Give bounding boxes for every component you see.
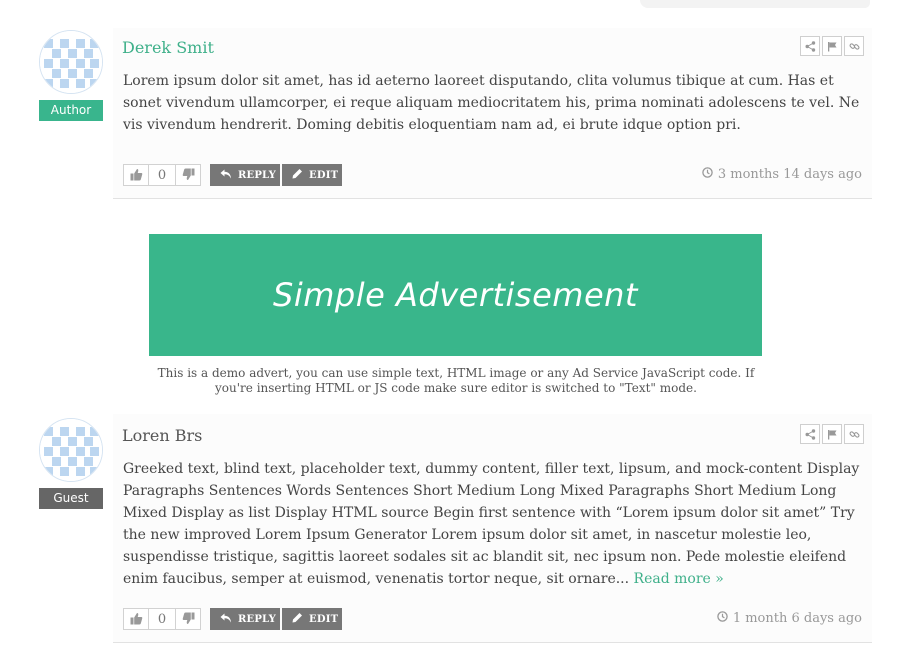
edit-button[interactable]: EDIT xyxy=(282,608,342,630)
upvote-button[interactable] xyxy=(124,609,148,629)
link-icon xyxy=(849,425,860,444)
thumbs-up-icon xyxy=(130,166,143,185)
role-badge: Author xyxy=(39,100,103,121)
downvote-button[interactable] xyxy=(176,609,200,629)
vote-count: 0 xyxy=(148,609,176,629)
upvote-button[interactable] xyxy=(124,165,148,185)
comment-2: Guest Loren Brs Greeked text, blind text… xyxy=(0,414,872,643)
pencil-icon xyxy=(292,612,303,626)
reply-button[interactable]: REPLY xyxy=(210,608,280,630)
share-icon xyxy=(805,425,816,444)
edit-label: EDIT xyxy=(309,169,339,181)
timestamp[interactable]: 1 month 6 days ago xyxy=(717,611,862,626)
timestamp-text: 1 month 6 days ago xyxy=(732,611,862,626)
thumbs-up-icon xyxy=(130,610,143,629)
clock-icon xyxy=(717,611,728,626)
reply-label: REPLY xyxy=(238,613,276,625)
flag-button[interactable] xyxy=(822,36,842,56)
flag-icon xyxy=(827,425,838,444)
downvote-button[interactable] xyxy=(176,165,200,185)
advertisement-banner[interactable]: Simple Advertisement xyxy=(149,234,762,356)
thumbs-down-icon xyxy=(182,610,195,629)
link-button[interactable] xyxy=(844,36,864,56)
reply-label: REPLY xyxy=(238,169,276,181)
pencil-icon xyxy=(292,168,303,182)
flag-button[interactable] xyxy=(822,424,842,444)
role-badge: Guest xyxy=(39,488,103,509)
avatar[interactable] xyxy=(39,418,103,482)
edit-label: EDIT xyxy=(309,613,339,625)
reply-button[interactable]: REPLY xyxy=(210,164,280,186)
link-icon xyxy=(849,37,860,56)
edit-button[interactable]: EDIT xyxy=(282,164,342,186)
comment-tools xyxy=(800,36,864,56)
advertisement-note: This is a demo advert, you can use simpl… xyxy=(157,366,755,395)
comment-text-body: Greeked text, blind text, placeholder te… xyxy=(123,461,860,587)
link-button[interactable] xyxy=(844,424,864,444)
top-decoration xyxy=(640,0,870,8)
author-name[interactable]: Derek Smit xyxy=(122,38,214,57)
clock-icon xyxy=(702,167,713,182)
timestamp[interactable]: 3 months 14 days ago xyxy=(702,167,862,182)
comment-text: Greeked text, blind text, placeholder te… xyxy=(123,458,863,590)
vote-count: 0 xyxy=(148,165,176,185)
reply-icon xyxy=(220,613,232,626)
avatar[interactable] xyxy=(39,30,103,94)
comment-tools xyxy=(800,424,864,444)
author-name: Loren Brs xyxy=(122,426,203,445)
advertisement-title: Simple Advertisement xyxy=(273,276,638,314)
timestamp-text: 3 months 14 days ago xyxy=(717,167,862,182)
read-more-link[interactable]: Read more » xyxy=(634,571,724,587)
thumbs-down-icon xyxy=(182,166,195,185)
reply-icon xyxy=(220,169,232,182)
vote-group: 0 xyxy=(123,608,201,630)
comment-1: Author Derek Smit Lorem ipsum dolor sit … xyxy=(0,28,872,199)
flag-icon xyxy=(827,37,838,56)
share-button[interactable] xyxy=(800,424,820,444)
comment-text: Lorem ipsum dolor sit amet, has id aeter… xyxy=(123,73,860,133)
share-icon xyxy=(805,37,816,56)
share-button[interactable] xyxy=(800,36,820,56)
vote-group: 0 xyxy=(123,164,201,186)
